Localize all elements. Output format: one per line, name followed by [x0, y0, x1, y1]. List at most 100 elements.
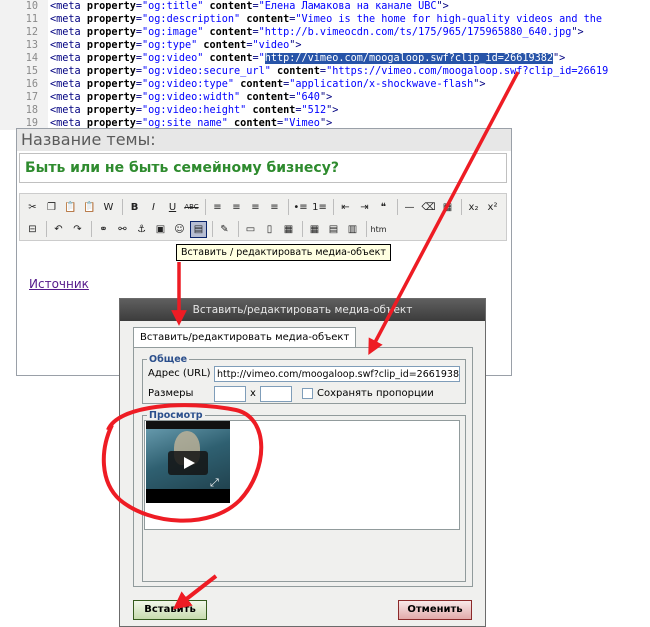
source-code-view: 10 <meta property="og:title" content="Еле… [0, 0, 650, 130]
delete-row-icon[interactable]: ▥ [344, 221, 361, 238]
toolbar-separator [333, 199, 334, 215]
toolbar-separator [288, 199, 289, 215]
play-icon [184, 457, 195, 469]
emoticon-icon[interactable]: ☺ [171, 221, 188, 238]
row-props-icon[interactable]: ▤ [325, 221, 342, 238]
cancel-button[interactable]: Отменить [398, 600, 472, 620]
unlink-icon[interactable]: ⚯ [114, 221, 131, 238]
general-legend: Общее [149, 354, 188, 365]
outdent-icon[interactable]: ⇤ [337, 199, 354, 216]
code-line: 13 <meta property="og:type" content="vide… [0, 39, 302, 52]
align-right-icon[interactable]: ≡ [247, 199, 264, 216]
url-input[interactable]: http://vimeo.com/moogaloop.swf?clip_id=2… [214, 366, 460, 382]
meta-content: 640 [301, 92, 320, 103]
copy-icon[interactable]: ❐ [43, 199, 60, 216]
url-label: Адрес (URL) [148, 368, 211, 379]
meta-content: 512 [307, 105, 327, 116]
page-break-icon[interactable]: ⊟ [24, 221, 41, 238]
toolbar-separator [212, 221, 213, 237]
italic-icon[interactable]: I [145, 199, 162, 216]
code-line: 18 <meta property="og:video:height" conte… [0, 104, 339, 117]
align-left-icon[interactable]: ≡ [209, 199, 226, 216]
meta-content: Елена Ламакова на канале UBC [264, 1, 437, 12]
line-number: 15 [25, 66, 38, 77]
line-number: 12 [25, 27, 38, 38]
toolbar-separator [46, 221, 47, 237]
video-thumbnail[interactable]: ⤢ [146, 421, 230, 503]
meta-content: Vimeo is the home for high-quality video… [301, 14, 603, 25]
toolbar-row-insert: ⊟ ↶ ↷ ⚭ ⚯ ⚓ ▣ ☺ ▤ ✎ ▭ ▯ ▦ ▦ ▤ ▥ htm [24, 218, 389, 240]
code-line: 17 <meta property="og:video:width" conten… [0, 91, 333, 104]
paste-word-icon[interactable]: W [100, 199, 117, 216]
media-icon[interactable]: ▤ [190, 220, 207, 238]
bold-icon[interactable]: B [126, 199, 143, 216]
line-number: 18 [25, 105, 38, 116]
code-line: 12 <meta property="og:image" content="htt… [0, 26, 584, 39]
toolbar-separator [122, 199, 123, 215]
table-col-icon[interactable]: ▯ [261, 221, 278, 238]
code-line: 14 <meta property="og:video" content="htt… [0, 52, 565, 65]
dialog-title[interactable]: Вставить/редактировать медиа-объект [120, 299, 485, 321]
insert-button[interactable]: Вставить [133, 600, 207, 620]
toolbar-row-formatting: ✂ ❐ 📋 📋 W B I U ABC ≡ ≡ ≡ ≡ •≡ 1≡ ⇤ ⇥ ❝ — ⌫ ▦ x₂ x² [24, 196, 503, 218]
height-input[interactable] [260, 386, 292, 402]
quote-icon[interactable]: ❝ [375, 199, 392, 216]
redo-icon[interactable]: ↷ [69, 221, 86, 238]
video-bottom-bar [146, 489, 230, 503]
paste-text-icon[interactable]: 📋 [81, 199, 98, 216]
number-list-icon[interactable]: 1≡ [311, 199, 328, 216]
table-row-icon[interactable]: ▭ [242, 221, 259, 238]
toolbar-separator [91, 221, 92, 237]
topic-title-label: Название темы: [17, 129, 511, 151]
paste-icon[interactable]: 📋 [62, 199, 79, 216]
undo-icon[interactable]: ↶ [50, 221, 67, 238]
toolbar-separator [238, 221, 239, 237]
strikethrough-icon[interactable]: ABC [183, 199, 200, 216]
video-top-bar [146, 421, 230, 429]
cell-props-icon[interactable]: ▦ [306, 221, 323, 238]
html-icon[interactable]: htm [370, 221, 387, 238]
subscript-icon[interactable]: x₂ [465, 199, 482, 216]
size-separator: x [250, 388, 256, 399]
image-icon[interactable]: ▣ [152, 221, 169, 238]
meta-content: https://vimeo.com/moogaloop.swf?clip_id=… [332, 66, 609, 77]
topic-title-input[interactable]: Быть или не быть семейному бизнесу? [19, 153, 507, 183]
size-label: Размеры [148, 388, 194, 399]
line-number: 13 [25, 40, 38, 51]
keep-ratio-label: Сохранять пропорции [317, 388, 434, 399]
align-center-icon[interactable]: ≡ [228, 199, 245, 216]
indent-icon[interactable]: ⇥ [356, 199, 373, 216]
hr-icon[interactable]: — [401, 199, 418, 216]
meta-content: http://b.vimeocdn.com/ts/175/965/1759658… [264, 27, 572, 38]
fullscreen-icon[interactable]: ⤢ [210, 477, 222, 489]
width-input[interactable] [214, 386, 246, 402]
edit-icon[interactable]: ✎ [216, 221, 233, 238]
superscript-icon[interactable]: x² [484, 199, 501, 216]
anchor-icon[interactable]: ⚓ [133, 221, 150, 238]
play-button[interactable] [168, 451, 208, 475]
table-icon[interactable]: ▦ [439, 199, 456, 216]
code-line: 16 <meta property="og:video:type" content… [0, 78, 486, 91]
media-dialog: Вставить/редактировать медиа-объект Вста… [119, 298, 486, 627]
keep-ratio-checkbox[interactable] [302, 388, 313, 399]
align-justify-icon[interactable]: ≡ [266, 199, 283, 216]
scissors-icon[interactable]: ✂ [24, 199, 41, 216]
meta-content: application/x-shockwave-flash [295, 79, 474, 90]
toolbar-separator [397, 199, 398, 215]
tab-general[interactable]: Вставить/редактировать медиа-объект [133, 327, 357, 348]
code-line: 15 <meta property="og:video:secure_url" c… [0, 65, 609, 78]
line-number: 17 [25, 92, 38, 103]
underline-icon[interactable]: U [164, 199, 181, 216]
toolbar-separator [302, 221, 303, 237]
line-number: 16 [25, 79, 38, 90]
source-link[interactable]: Источник [29, 277, 89, 291]
bullet-list-icon[interactable]: •≡ [292, 199, 309, 216]
line-number: 14 [25, 53, 38, 64]
line-number: 10 [25, 1, 38, 12]
toolbar-separator [205, 199, 206, 215]
toolbar-separator [366, 221, 367, 237]
link-icon[interactable]: ⚭ [95, 221, 112, 238]
eraser-icon[interactable]: ⌫ [420, 199, 437, 216]
table-merge-icon[interactable]: ▦ [280, 221, 297, 238]
meta-content: video [258, 40, 290, 51]
